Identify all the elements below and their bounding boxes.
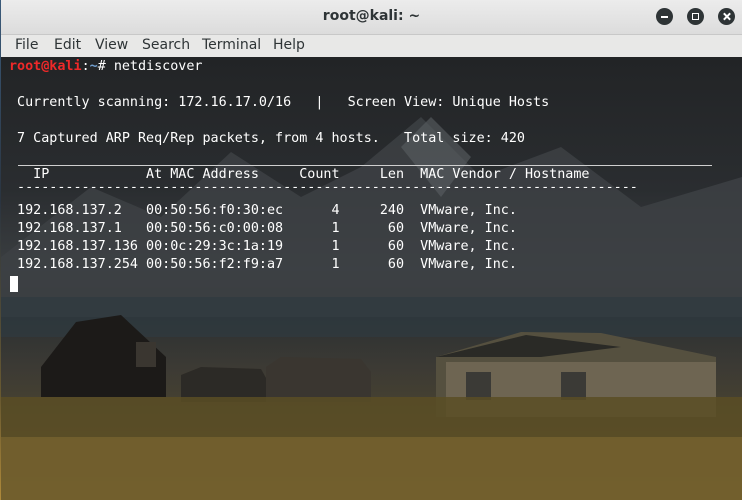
table-row: 192.168.137.2 00:50:56:f0:30:ec 4 240 VM… (9, 203, 517, 218)
minimize-icon (661, 16, 668, 18)
maximize-icon (692, 13, 699, 20)
terminal-area[interactable]: root@kali:~# netdiscover Currently scann… (1, 57, 742, 500)
table-row: 192.168.137.136 00:0c:29:3c:1a:19 1 60 V… (9, 239, 517, 254)
wallpaper-landscape (1, 117, 742, 500)
menu-help[interactable]: Help (273, 37, 305, 53)
menu-view[interactable]: View (95, 37, 128, 53)
close-button[interactable] (718, 8, 735, 25)
terminal-window: root@kali: ~ File Edit View Search Termi… (1, 0, 742, 500)
maximize-button[interactable] (687, 8, 704, 25)
menu-terminal[interactable]: Terminal (202, 37, 261, 53)
prompt-user: root@kali (9, 59, 82, 74)
scan-status-line: Currently scanning: 172.16.17.0/16 | Scr… (9, 95, 550, 110)
menu-search[interactable]: Search (142, 37, 190, 53)
table-row: 192.168.137.254 00:50:56:f2:f9:a7 1 60 V… (9, 257, 517, 272)
menu-edit[interactable]: Edit (54, 37, 81, 53)
table-dash-rule: ----------------------------------------… (9, 180, 638, 195)
minimize-button[interactable] (656, 8, 673, 25)
table-top-rule (18, 165, 712, 166)
window-title: root@kali: ~ (322, 8, 421, 24)
text-cursor (10, 276, 18, 292)
table-row: 192.168.137.1 00:50:56:c0:00:08 1 60 VMw… (9, 221, 517, 236)
prompt-separator: : (81, 59, 90, 74)
prompt-path: ~ (89, 59, 98, 74)
command-text: netdiscover (113, 59, 203, 74)
title-bar[interactable]: root@kali: ~ (1, 0, 742, 35)
prompt-line: root@kali:~# netdiscover (9, 59, 203, 75)
menu-bar: File Edit View Search Terminal Help (1, 35, 742, 57)
prompt-symbol: # (97, 59, 114, 74)
menu-file[interactable]: File (15, 37, 38, 53)
summary-line: 7 Captured ARP Req/Rep packets, from 4 h… (9, 131, 525, 146)
